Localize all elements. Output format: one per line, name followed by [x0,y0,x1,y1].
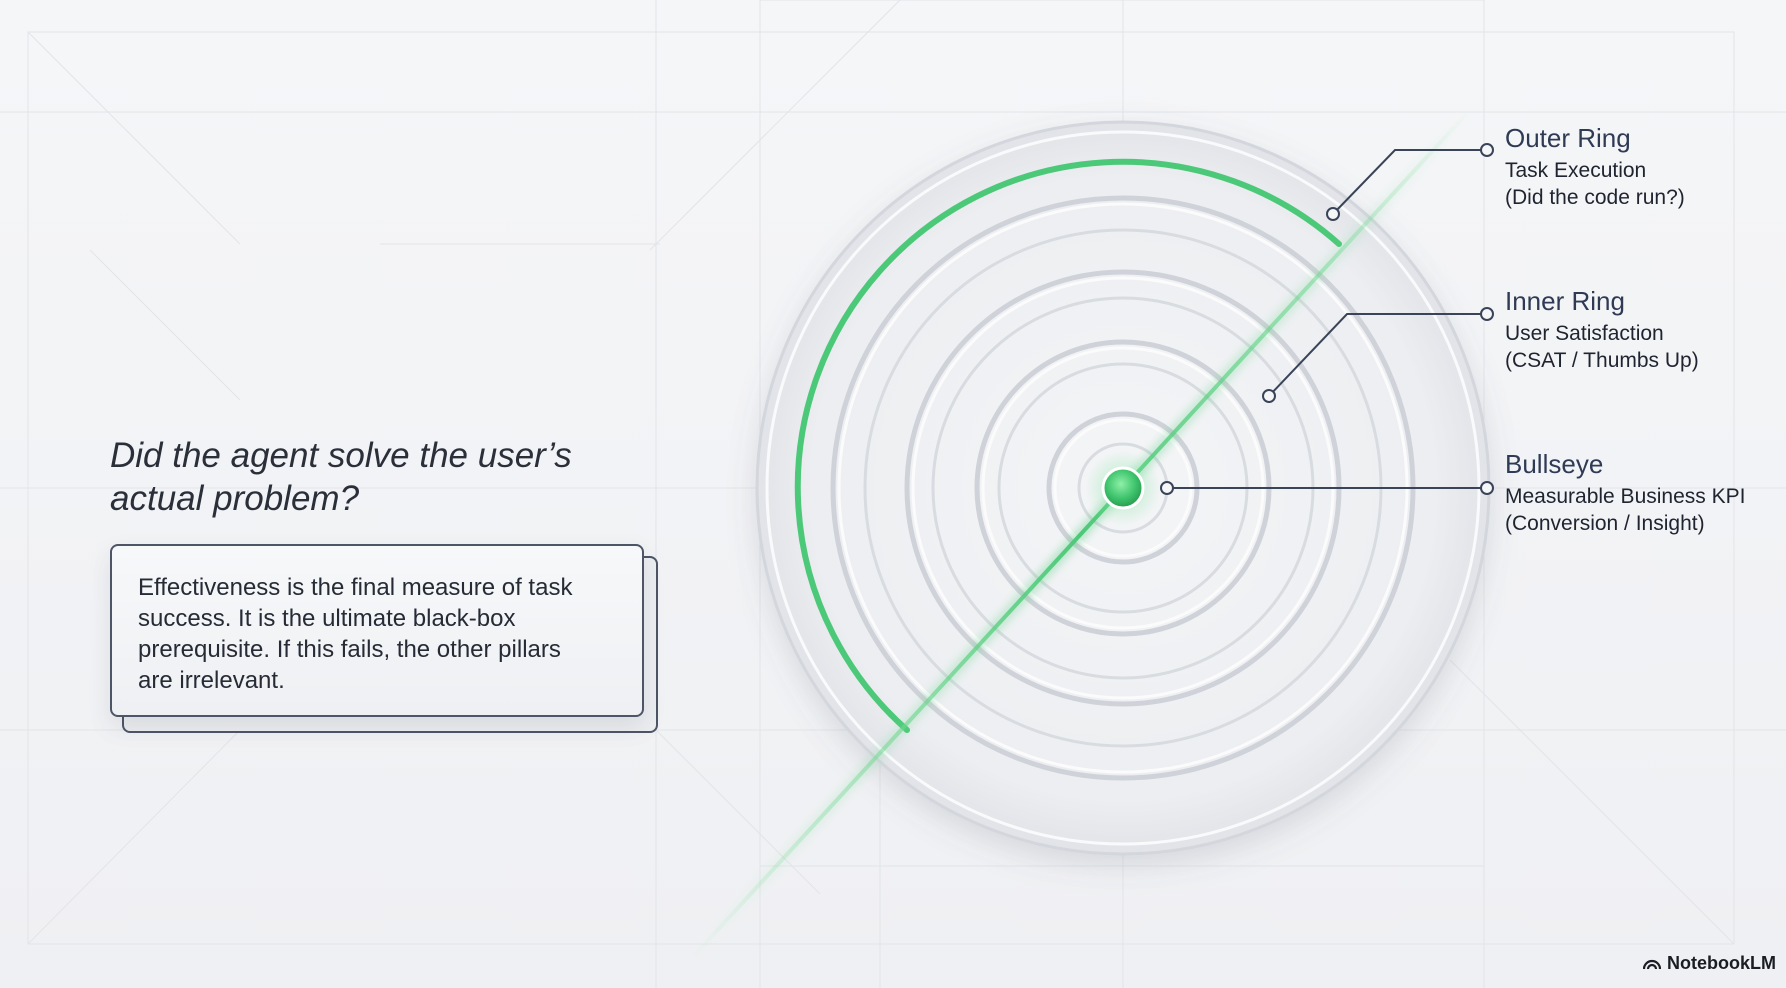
description-text: Effectiveness is the final measure of ta… [138,572,616,696]
question-line-1: Did the agent solve the user’s [110,436,572,475]
description-line-3: prerequisite. If this fails, the other p… [138,636,561,663]
bullseye-dot [1101,466,1145,510]
description-line-2: success. It is the ultimate black-box [138,605,516,632]
description-line-1: Effectiveness is the final measure of ta… [138,574,573,601]
label-outer-ring-line-2: (Did the code run?) [1505,186,1685,209]
brand-watermark: NotebookLM [1643,953,1776,974]
label-bullseye-line-2: (Conversion / Insight) [1505,512,1705,535]
label-outer-ring-line-1: Task Execution [1505,159,1647,182]
brand-name: NotebookLM [1667,953,1776,973]
label-inner-ring-line-2: (CSAT / Thumbs Up) [1505,349,1699,372]
notebooklm-logo-icon [1643,959,1662,969]
label-outer-ring: Outer Ring Task Execution (Did the code … [1505,123,1785,211]
label-outer-ring-title: Outer Ring [1505,123,1631,153]
question-line-2: actual problem? [110,479,360,518]
label-inner-ring-line-1: User Satisfaction [1505,322,1664,345]
label-inner-ring-title: Inner Ring [1505,286,1625,316]
label-bullseye-line-1: Measurable Business KPI [1505,485,1746,508]
question-heading: Did the agent solve the user’s actual pr… [110,434,670,520]
label-bullseye: Bullseye Measurable Business KPI (Conver… [1505,449,1785,537]
description-card: Effectiveness is the final measure of ta… [110,544,644,717]
description-line-4: are irrelevant. [138,667,285,694]
label-bullseye-title: Bullseye [1505,449,1604,479]
label-inner-ring: Inner Ring User Satisfaction (CSAT / Thu… [1505,286,1785,374]
slide: Did the agent solve the user’s actual pr… [0,0,1786,988]
